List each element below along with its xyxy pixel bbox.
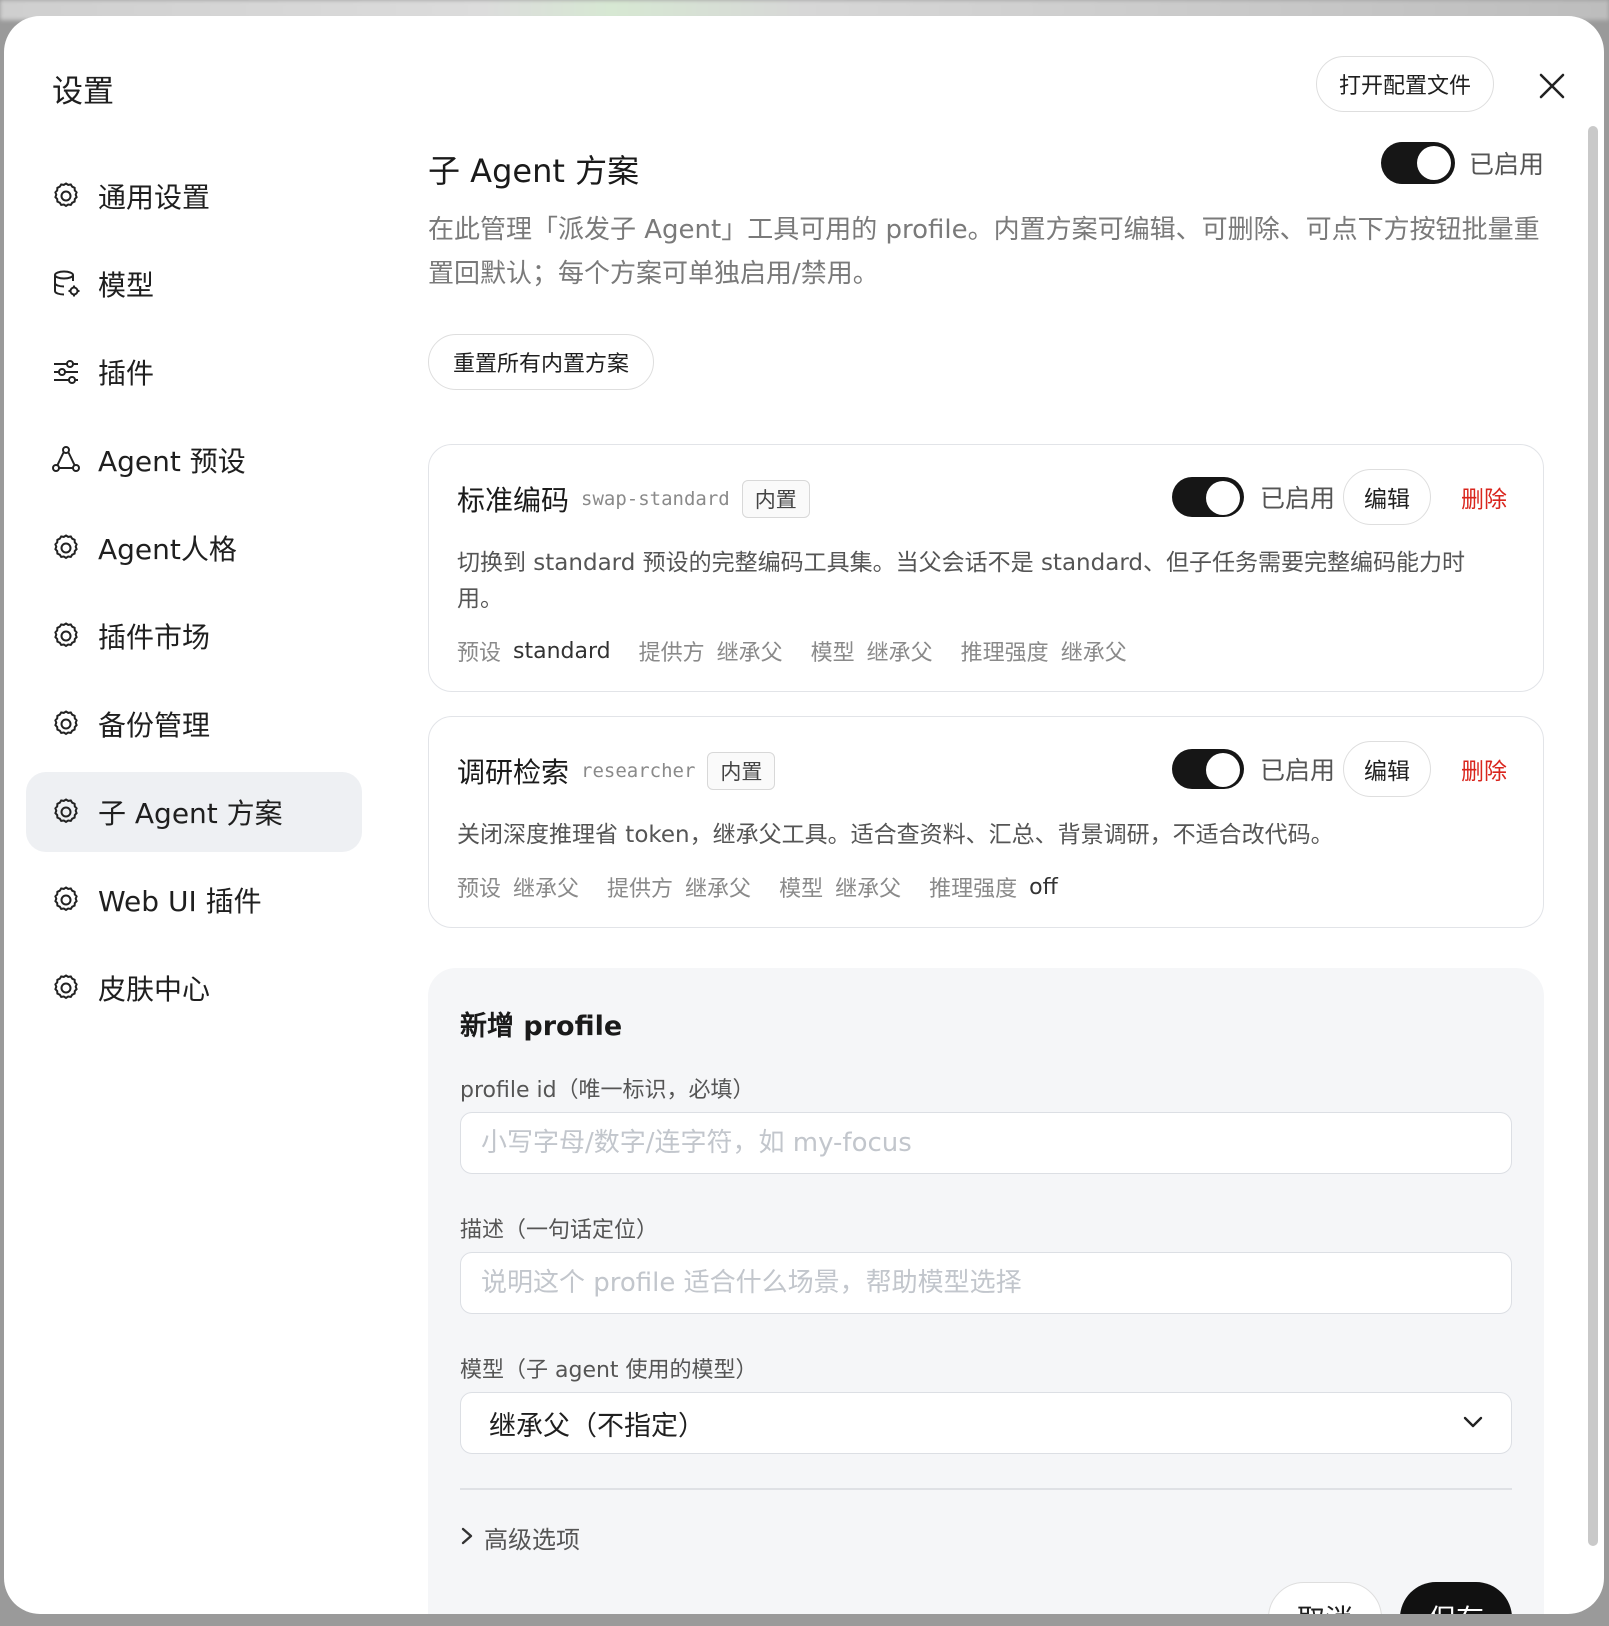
- sidebar-item-plugin-market[interactable]: 插件市场: [26, 596, 362, 676]
- settings-dialog: 设置 打开配置文件 通用设置 模型 插件 Agent 预设 Agent人格 插件…: [4, 16, 1604, 1614]
- meta-value: 继承父: [866, 641, 933, 666]
- description-label: 描述（一句话定位）: [460, 1218, 659, 1243]
- gear-icon: [50, 972, 82, 1004]
- meta-key: 推理强度: [960, 641, 1049, 666]
- profile-id-label: profile id（唯一标识，必填）: [460, 1078, 755, 1103]
- sidebar-item-webui-plugins[interactable]: Web UI 插件: [26, 860, 362, 940]
- gear-icon: [50, 620, 82, 652]
- meta-key: 模型: [779, 877, 824, 902]
- section-enable-toggle[interactable]: [1380, 142, 1455, 184]
- profile-meta: 预设 standard 提供方 继承父 模型 继承父 推理强度 继承父: [457, 635, 1155, 667]
- meta-key: 模型: [810, 641, 855, 666]
- section-enabled-label: 已启用: [1468, 150, 1544, 179]
- profile-enabled-label: 已启用: [1259, 484, 1335, 513]
- gear-icon: [50, 708, 82, 740]
- profile-enable-toggle[interactable]: [1171, 477, 1244, 517]
- profile-card-actions: 已启用 编辑 删除: [1171, 469, 1507, 525]
- scrollbar[interactable]: [1588, 126, 1598, 1546]
- meta-key: 预设: [457, 641, 502, 666]
- meta-key: 提供方: [638, 641, 705, 666]
- model-select-value: 继承父（不指定）: [489, 1410, 705, 1442]
- gear-icon: [50, 796, 82, 828]
- sidebar-item-subagent-profiles[interactable]: 子 Agent 方案: [26, 772, 362, 852]
- open-config-button[interactable]: 打开配置文件: [1316, 56, 1495, 112]
- sidebar-item-label: 备份管理: [98, 709, 211, 742]
- profile-name: 调研检索: [457, 756, 570, 789]
- description-input[interactable]: [460, 1252, 1512, 1314]
- profile-enabled-label: 已启用: [1259, 756, 1335, 785]
- advanced-options-label: 高级选项: [484, 1526, 580, 1554]
- profile-card-header: 调研检索 researcher 内置: [457, 751, 776, 791]
- sidebar-item-plugins[interactable]: 插件: [26, 332, 362, 412]
- profile-card-actions: 已启用 编辑 删除: [1171, 741, 1507, 797]
- profile-description: 切换到 standard 预设的完整编码工具集。当父会话不是 standard、…: [457, 550, 1465, 612]
- sidebar-item-backup[interactable]: 备份管理: [26, 684, 362, 764]
- profile-enable-toggle[interactable]: [1171, 749, 1244, 789]
- sidebar-item-label: Web UI 插件: [98, 885, 262, 918]
- sliders-icon: [50, 356, 82, 388]
- gear-icon: [50, 532, 82, 564]
- database-gear-icon: [50, 268, 82, 300]
- builtin-badge: 内置: [707, 752, 776, 790]
- add-profile-title: 新增 profile: [460, 1011, 623, 1042]
- edit-profile-button[interactable]: 编辑: [1343, 469, 1431, 525]
- profile-name: 标准编码: [457, 484, 570, 517]
- advanced-options-toggle[interactable]: 高级选项: [460, 1520, 580, 1555]
- edit-profile-button[interactable]: 编辑: [1343, 741, 1431, 797]
- profile-card: 调研检索 researcher 内置 已启用 编辑 删除 关闭深度推理省 tok…: [428, 716, 1544, 928]
- meta-value: off: [1029, 874, 1058, 900]
- chevron-right-icon: [460, 1526, 474, 1550]
- sidebar-item-general[interactable]: 通用设置: [26, 156, 362, 236]
- profile-card: 标准编码 swap-standard 内置 已启用 编辑 删除 切换到 stan…: [428, 444, 1544, 692]
- nodes-icon: [50, 444, 82, 476]
- meta-value: 继承父: [685, 877, 752, 902]
- sidebar-item-label: Agent人格: [98, 533, 237, 566]
- sidebar-item-label: 子 Agent 方案: [98, 797, 283, 830]
- profile-meta: 预设 继承父 提供方 继承父 模型 继承父 推理强度 off: [457, 871, 1086, 903]
- add-profile-form: 新增 profile profile id（唯一标识，必填） 描述（一句话定位）…: [428, 968, 1544, 1614]
- profile-id: researcher: [581, 760, 696, 782]
- profile-description: 关闭深度推理省 token，继承父工具。适合查资料、汇总、背景调研，不适合改代码…: [457, 822, 1334, 848]
- section-title: 子 Agent 方案: [428, 152, 640, 190]
- meta-value: 继承父: [716, 641, 783, 666]
- meta-value: 继承父: [835, 877, 902, 902]
- gear-icon: [50, 180, 82, 212]
- section-description: 在此管理「派发子 Agent」工具可用的 profile。内置方案可编辑、可删除…: [428, 215, 1540, 289]
- meta-key: 提供方: [607, 877, 674, 902]
- section-enable-toggle-group: 已启用: [1380, 142, 1544, 184]
- reset-builtin-button[interactable]: 重置所有内置方案: [428, 334, 655, 390]
- settings-sidebar: 通用设置 模型 插件 Agent 预设 Agent人格 插件市场 备份管理 子: [26, 156, 362, 1036]
- profile-id: swap-standard: [581, 488, 730, 510]
- cancel-button[interactable]: 取消: [1268, 1582, 1383, 1614]
- meta-value: 继承父: [1060, 641, 1127, 666]
- delete-profile-button[interactable]: 删除: [1461, 480, 1507, 514]
- chevron-down-icon: [1463, 1414, 1483, 1433]
- meta-key: 推理强度: [929, 877, 1018, 902]
- meta-value: 继承父: [513, 877, 580, 902]
- close-icon[interactable]: [1532, 66, 1572, 106]
- dialog-title: 设置: [52, 74, 114, 110]
- sidebar-item-agent-persona[interactable]: Agent人格: [26, 508, 362, 588]
- model-select[interactable]: 继承父（不指定）: [460, 1392, 1512, 1454]
- meta-key: 预设: [457, 877, 502, 902]
- sidebar-item-skins[interactable]: 皮肤中心: [26, 948, 362, 1028]
- meta-value: standard: [513, 638, 611, 664]
- model-label: 模型（子 agent 使用的模型）: [460, 1358, 758, 1383]
- sidebar-item-label: 插件: [98, 357, 155, 390]
- profile-id-input[interactable]: [460, 1112, 1512, 1174]
- gear-icon: [50, 884, 82, 916]
- sidebar-item-label: 通用设置: [98, 181, 211, 214]
- sidebar-item-models[interactable]: 模型: [26, 244, 362, 324]
- sidebar-item-label: 插件市场: [98, 621, 211, 654]
- sidebar-item-label: 模型: [98, 269, 155, 302]
- profile-card-header: 标准编码 swap-standard 内置: [457, 479, 810, 519]
- builtin-badge: 内置: [741, 480, 810, 518]
- form-divider: [460, 1488, 1512, 1490]
- sidebar-item-label: 皮肤中心: [98, 973, 211, 1006]
- delete-profile-button[interactable]: 删除: [1461, 752, 1507, 786]
- sidebar-item-agent-presets[interactable]: Agent 预设: [26, 420, 362, 500]
- save-button[interactable]: 保存: [1400, 1582, 1513, 1614]
- sidebar-item-label: Agent 预设: [98, 445, 246, 478]
